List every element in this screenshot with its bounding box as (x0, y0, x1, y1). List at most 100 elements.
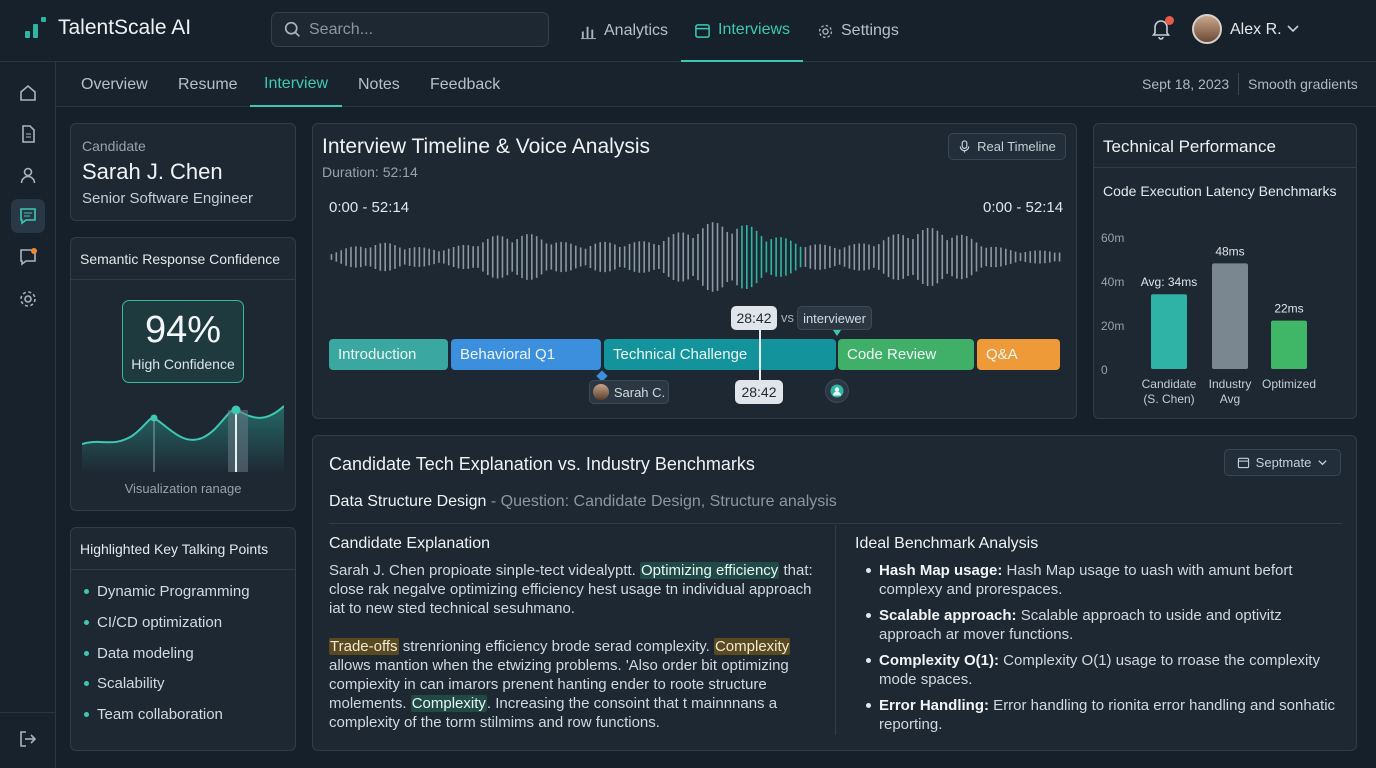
column-divider (835, 525, 836, 735)
nav-settings[interactable]: Settings (817, 0, 899, 62)
tab-overview[interactable]: Overview (81, 62, 148, 107)
meta-divider (1238, 73, 1239, 95)
confidence-wave-chart (82, 405, 284, 474)
ideal-benchmark-title: Ideal Benchmark Analysis (855, 535, 1039, 552)
user-icon (20, 167, 36, 184)
real-timeline-label: Real Timeline (977, 139, 1056, 154)
avatar[interactable] (1192, 14, 1222, 44)
visualization-range-label: Visualization ranage (124, 481, 242, 496)
search-box[interactable] (271, 12, 549, 47)
list-item: Data modeling (84, 645, 194, 662)
bar-chart-icon (580, 26, 597, 39)
home-icon (20, 84, 36, 101)
y-tick-label: 20m (1101, 319, 1124, 333)
talking-points-title: Highlighted Key Talking Points (80, 541, 269, 557)
chevron-down-icon[interactable] (1286, 21, 1300, 35)
bar (1151, 294, 1187, 369)
list-item: Dynamic Programming (84, 583, 250, 600)
highlight-term: Trade-offs (329, 638, 399, 655)
interview-date: Sept 18, 2023 (1142, 76, 1230, 92)
talking-point-text: CI/CD optimization (97, 614, 223, 631)
speaker-name: Sarah C. (613, 384, 666, 400)
sidebar-settings[interactable] (11, 282, 45, 316)
sidebar-messages[interactable] (11, 240, 45, 274)
interviewer-chip[interactable]: interviewer (797, 306, 872, 330)
benchmark-key: Complexity O(1): (879, 652, 1000, 669)
timeline-range-left: 0:00 - 52:14 (329, 199, 410, 216)
tab-feedback[interactable]: Feedback (430, 62, 500, 107)
bar-value-label: 22ms (1274, 302, 1303, 316)
list-item: Error Handling: Error handling to rionit… (866, 696, 1336, 734)
timeline-title: Interview Timeline & Voice Analysis (322, 135, 650, 158)
segment-behavioral[interactable]: Behavioral Q1 (451, 339, 601, 370)
list-item: CI/CD optimization (84, 614, 222, 631)
list-item: Scalable approach: Scalable approach to … (866, 606, 1336, 644)
logo-icon (25, 17, 46, 38)
nav-interviews[interactable]: Interviews (681, 0, 804, 62)
explanation-paragraph-1: Sarah J. Chen propioate sinple-tect vide… (329, 561, 829, 618)
confidence-score-box: 94% High Confidence (122, 300, 244, 383)
versus-label: vs (781, 310, 794, 325)
tab-notes[interactable]: Notes (358, 62, 400, 107)
y-tick-label: 40m (1101, 275, 1124, 289)
talking-point-text: Data modeling (97, 645, 194, 662)
date-picker-button[interactable]: Sept​mate (1224, 449, 1341, 476)
view-mode[interactable]: Smooth gradients (1248, 76, 1358, 92)
sidebar-interviews[interactable] (11, 199, 45, 233)
confidence-value: 94% (144, 309, 222, 351)
segment-technical[interactable]: Technical Challenge (604, 339, 836, 370)
logout-icon (20, 731, 37, 747)
tab-resume[interactable]: Resume (178, 62, 238, 107)
candidate-explanation-title: Candidate Explanation (329, 535, 491, 552)
timeline-duration: Duration: 52:14 (322, 164, 418, 180)
date-picker-label: Sept​mate (1255, 455, 1312, 470)
bar (1271, 320, 1307, 369)
benchmark-key: Scalable approach: (879, 607, 1017, 624)
speaker-chip[interactable]: Sarah C. (589, 380, 669, 404)
speaker-avatar (592, 384, 609, 400)
playhead-time-bottom: 28:42 (735, 380, 783, 404)
bar (1212, 263, 1248, 369)
interviewer-avatar[interactable] (825, 379, 849, 403)
segment-qa[interactable]: Q&A (977, 339, 1060, 370)
user-name[interactable]: Alex R. (1230, 21, 1282, 39)
brand[interactable]: TalentScale AI (24, 16, 191, 40)
benchmark-title: Candidate Tech Explanation vs. Industry … (329, 454, 755, 474)
voice-waveform[interactable] (329, 217, 1062, 297)
calendar-icon (695, 23, 710, 38)
y-tick-label: 0 (1101, 363, 1108, 377)
notification-badge (1165, 16, 1174, 25)
talking-points-divider (71, 569, 295, 570)
real-timeline-button[interactable]: Real Timeline (948, 133, 1066, 160)
nav-interviews-label: Interviews (718, 21, 791, 38)
segment-introduction[interactable]: Introduction (329, 339, 448, 370)
confidence-title: Semantic Response Confidence (80, 251, 281, 267)
latency-bar-chart: 60m 40m 20m 0 Avg: 34ms 48ms 22ms Candidate(S. … (1101, 231, 1316, 406)
playhead-line[interactable] (759, 328, 761, 380)
sidebar-logout[interactable] (11, 722, 45, 756)
x-tick-label: Optimized (1262, 377, 1316, 391)
tech-performance-title: Technical Performance (1103, 137, 1276, 156)
search-input[interactable] (309, 20, 529, 39)
segment-code-review[interactable]: Code Review (838, 339, 974, 370)
list-item: Hash Map usage: Hash Map usage to uash w… (866, 561, 1336, 599)
tech-performance-divider (1093, 167, 1356, 168)
message-alert-dot (31, 248, 37, 254)
nav-analytics[interactable]: Analytics (580, 0, 668, 62)
list-item: Scalability (84, 675, 165, 692)
sidebar-documents[interactable] (11, 117, 45, 151)
question-line: Data Structure Design - Question: Candid… (329, 493, 837, 511)
x-tick-label: Industry (1209, 377, 1252, 391)
microphone-icon (959, 140, 970, 153)
list-item: Complexity O(1): Complexity O(1) usage t… (866, 651, 1336, 689)
highlight-term: Complexity (713, 638, 791, 655)
y-tick-label: 60m (1101, 231, 1124, 245)
highlight-term: Optimizing efficiency (640, 562, 780, 579)
bar-value-label: Avg: 34ms (1141, 275, 1197, 289)
candidate-name: Sarah J. Chen (82, 159, 223, 184)
tab-interview[interactable]: Interview (250, 62, 343, 107)
gear-icon (818, 24, 833, 38)
sidebar-home[interactable] (11, 76, 45, 110)
candidate-label: Candidate (82, 138, 146, 154)
sidebar-candidates[interactable] (11, 158, 45, 192)
